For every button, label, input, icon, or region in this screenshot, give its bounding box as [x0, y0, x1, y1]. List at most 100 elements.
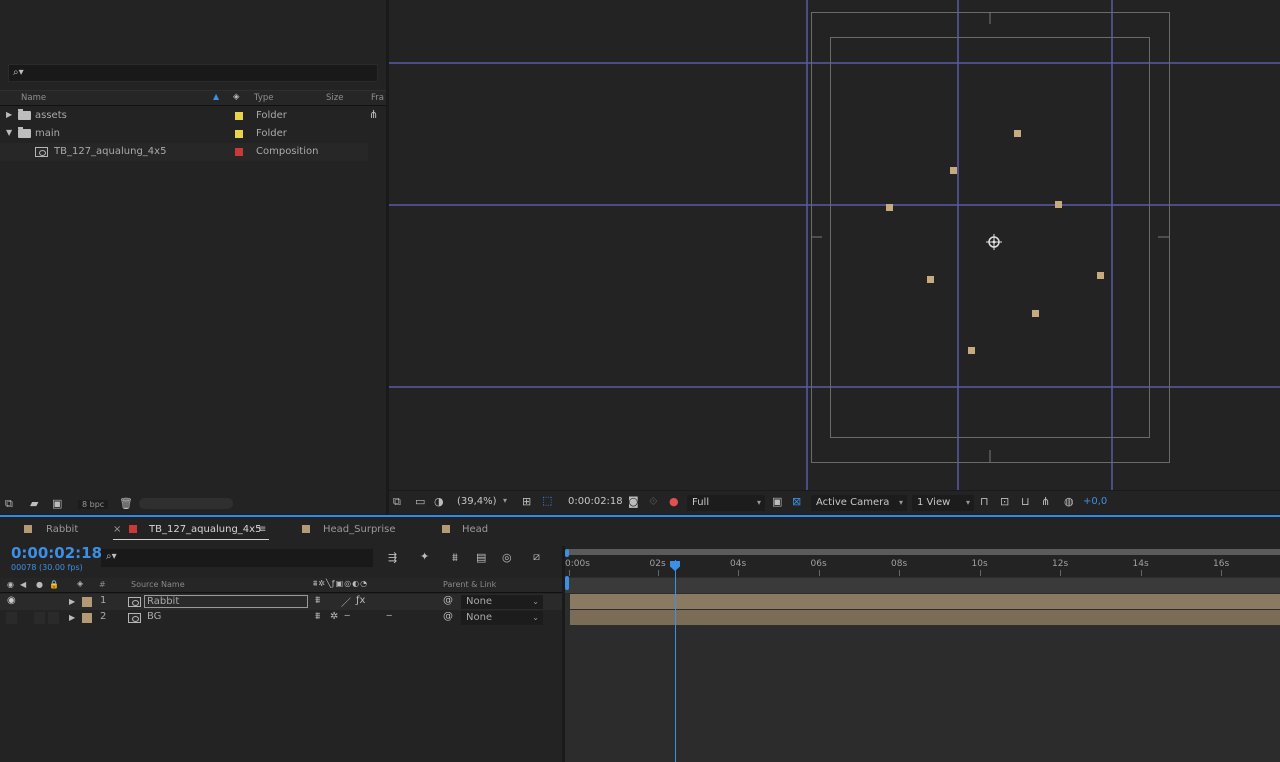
region-of-interest-icon[interactable]: ⬚ — [542, 495, 552, 507]
project-item-assets[interactable]: ▶ assets Folder — [0, 107, 368, 125]
color-channels-icon[interactable]: ● — [669, 496, 679, 508]
shy-switch-icon[interactable]: ⩩ — [315, 611, 320, 622]
snapshot-camera-icon[interactable]: ◙ — [628, 496, 639, 508]
visibility-eye-icon[interactable]: ◉ — [7, 595, 16, 606]
graph-editor-icon[interactable]: ⧄ — [533, 551, 540, 563]
pick-whip-icon[interactable]: @ — [443, 595, 453, 606]
column-name[interactable]: Name — [21, 93, 46, 103]
work-area-bar[interactable] — [568, 549, 1280, 555]
lock-toggle[interactable] — [48, 596, 59, 608]
tab-tb-127-aqualung[interactable]: × TB_127_aqualung_4x5 ≡ — [113, 517, 269, 542]
project-search-input[interactable]: ⌕▾ — [8, 64, 378, 82]
timeline-search-input[interactable]: ⌕▾ — [101, 549, 373, 567]
label-tag-icon[interactable]: ◈ — [77, 579, 83, 588]
show-snapshot-icon[interactable]: ⟐ — [649, 496, 658, 508]
chevron-down-icon: ⌄ — [532, 597, 539, 606]
work-area-start-handle[interactable] — [565, 549, 569, 557]
project-item-main[interactable]: ▼ main Folder — [0, 125, 368, 143]
project-item-name: assets — [35, 110, 67, 121]
fast-previews-icon[interactable]: ▣ — [772, 496, 782, 508]
fast-preview-render-icon[interactable]: ⊡ — [1000, 496, 1009, 508]
flowchart-icon[interactable]: ⋔ — [369, 109, 378, 121]
solo-toggle[interactable] — [34, 596, 45, 608]
trash-icon[interactable]: 🗑 — [119, 498, 133, 510]
audio-speaker-icon[interactable]: ◀ — [20, 580, 26, 589]
quality-switch-icon[interactable]: ‒ — [344, 610, 350, 621]
new-composition-icon[interactable]: ▣ — [52, 498, 62, 510]
quality-switch-icon[interactable]: ／ — [341, 594, 351, 609]
position-keyframe-point — [1097, 272, 1104, 279]
bit-depth-button[interactable]: 8 bpc — [78, 500, 109, 509]
lock-toggle[interactable] — [48, 612, 59, 624]
composition-viewer[interactable] — [389, 0, 1280, 490]
transparency-grid-icon[interactable]: ⊠ — [792, 496, 801, 508]
time-navigator-track[interactable] — [565, 578, 1280, 593]
motion-blur-switch-icon[interactable]: ‒ — [386, 610, 392, 621]
label-color-swatch[interactable] — [235, 130, 243, 138]
visibility-toggle[interactable] — [6, 612, 17, 624]
expand-triangle-icon[interactable]: ▶ — [69, 597, 75, 606]
label-color-swatch[interactable] — [82, 597, 92, 607]
label-color-swatch[interactable] — [235, 112, 243, 120]
new-folder-icon[interactable]: ▰ — [30, 498, 38, 510]
project-item-composition[interactable]: TB_127_aqualung_4x5 Composition — [0, 143, 368, 161]
flowchart-icon[interactable]: ⋔ — [1041, 496, 1050, 508]
column-parent-link[interactable]: Parent & Link — [443, 580, 496, 589]
layer-name[interactable]: BG — [147, 611, 161, 622]
exposure-value[interactable]: +0,0 — [1083, 496, 1107, 507]
view-layout-dropdown[interactable]: 1 View ▾ — [912, 495, 974, 511]
column-source-name[interactable]: Source Name — [131, 580, 185, 589]
solo-icon[interactable]: ● — [36, 580, 43, 589]
toggle-pixel-aspect-icon[interactable]: ⊓ — [980, 496, 989, 508]
viewer-timecode[interactable]: 0:00:02:18 — [568, 496, 623, 507]
layer-row-bg[interactable]: ▶ 2 BG ⩩ ✲ ‒ ‒ @ None ⌄ — [0, 610, 562, 626]
project-scrollbar[interactable] — [139, 498, 233, 509]
reset-exposure-icon[interactable]: ◍ — [1064, 496, 1074, 508]
collapse-triangle-icon[interactable]: ▼ — [6, 128, 12, 137]
resolution-dropdown[interactable]: Full ▾ — [687, 495, 765, 511]
interpret-footage-icon[interactable]: ⧉ — [5, 498, 13, 510]
tab-head-surprise[interactable]: Head_Surprise — [302, 517, 396, 542]
parent-dropdown[interactable]: None ⌄ — [461, 595, 543, 609]
expand-triangle-icon[interactable]: ▶ — [69, 613, 75, 622]
label-tag-icon[interactable]: ◈ — [233, 92, 240, 102]
collapse-switch-icon[interactable]: ✲ — [330, 611, 338, 622]
shy-switch-icon[interactable]: ⩩ — [315, 595, 320, 606]
label-color-swatch[interactable] — [235, 148, 243, 156]
shy-layers-icon[interactable]: ⩩ — [452, 552, 458, 564]
tab-head[interactable]: Head — [442, 517, 488, 542]
lock-icon[interactable]: 🔒 — [49, 580, 59, 589]
solo-toggle[interactable] — [34, 612, 45, 624]
mask-icon[interactable]: ◑ — [434, 496, 444, 508]
layer-row-rabbit[interactable]: ◉ ▶ 1 Rabbit ⩩ ／ ƒx @ None ⌄ — [0, 594, 562, 610]
motion-blur-icon[interactable]: ◎ — [502, 552, 512, 564]
pick-whip-icon[interactable]: @ — [443, 611, 453, 622]
always-preview-icon[interactable]: ⧉ — [393, 496, 401, 508]
grid-guides-icon[interactable]: ⊞ — [522, 496, 531, 508]
layer-switches-icon[interactable]: ⩩✲╲ƒ▣◎◐◔ — [313, 579, 368, 589]
composition-mini-flowchart-icon[interactable]: ⇶ — [388, 552, 397, 564]
chevron-down-icon[interactable]: ▾ — [503, 496, 507, 505]
layer-duration-bar-rabbit[interactable] — [570, 594, 1280, 609]
layer-number: 2 — [100, 611, 107, 622]
time-navigator-start-handle[interactable] — [565, 576, 569, 590]
timeline-icon[interactable]: ⊔ — [1021, 496, 1030, 508]
column-type[interactable]: Type — [254, 93, 274, 103]
column-frame-rate[interactable]: Fra — [371, 93, 384, 103]
layer-name-field[interactable]: Rabbit — [144, 595, 308, 608]
magnification-value[interactable]: (39,4%) — [457, 496, 497, 507]
expand-triangle-icon[interactable]: ▶ — [6, 110, 12, 119]
tab-rabbit[interactable]: Rabbit — [24, 517, 78, 542]
parent-dropdown[interactable]: None ⌄ — [461, 611, 543, 625]
draft-3d-icon[interactable]: ✦ — [420, 551, 429, 563]
monitor-icon[interactable]: ▭ — [415, 496, 425, 508]
layer-duration-bar-bg[interactable] — [570, 610, 1280, 625]
current-time-display[interactable]: 0:00:02:18 — [11, 544, 102, 562]
effects-fx-icon[interactable]: ƒx — [356, 595, 365, 606]
frame-blending-icon[interactable]: ▤ — [476, 552, 486, 564]
column-size[interactable]: Size — [326, 93, 343, 103]
label-color-swatch[interactable] — [82, 613, 92, 623]
camera-dropdown[interactable]: Active Camera ▾ — [811, 495, 907, 511]
video-eye-icon[interactable]: ◉ — [7, 580, 14, 589]
playhead-line[interactable] — [675, 560, 676, 762]
